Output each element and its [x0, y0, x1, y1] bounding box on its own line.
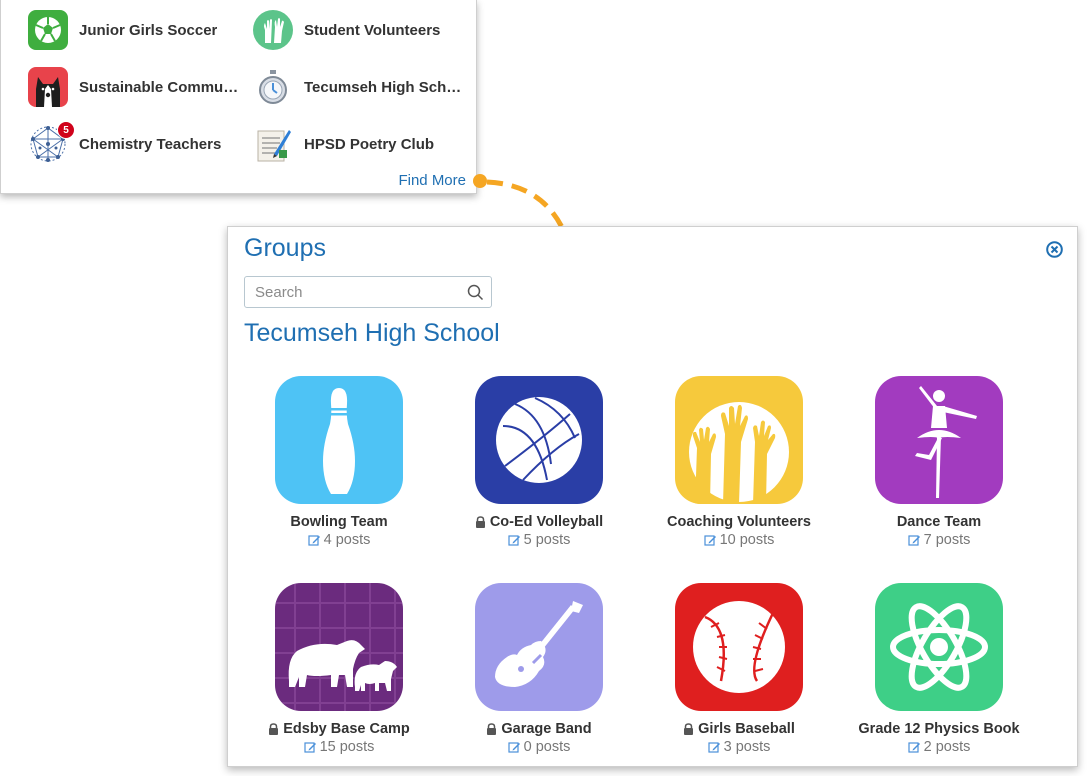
- guitar-icon: [475, 583, 603, 711]
- search-icon[interactable]: [467, 284, 484, 301]
- group-tile-girls-baseball[interactable]: Girls Baseball 3 posts: [639, 583, 839, 755]
- group-tile-edsby-base-camp[interactable]: Edsby Base Camp 15 posts: [239, 583, 439, 755]
- raised-hands-icon: [253, 10, 293, 50]
- soccer-ball-icon: [28, 10, 68, 50]
- edit-icon: [303, 741, 316, 753]
- poetry-scroll-icon: [253, 124, 293, 164]
- lock-icon: [487, 723, 497, 735]
- molecule-icon: 5: [28, 121, 75, 164]
- post-count-text: 0 posts: [523, 739, 571, 755]
- search-field: [244, 276, 492, 308]
- close-icon: [1046, 241, 1063, 258]
- dog-icon: [28, 67, 68, 107]
- group-tile-bowling-team[interactable]: Bowling Team 4 posts: [239, 376, 439, 548]
- group-tile-garage-band[interactable]: Garage Band 0 posts: [439, 583, 639, 755]
- edit-icon: [308, 534, 320, 546]
- group-tile-grade-12-physics-book[interactable]: Grade 12 Physics Book 2 posts: [839, 583, 1039, 755]
- group-name: Garage Band: [501, 721, 592, 737]
- close-button[interactable]: [1046, 241, 1063, 258]
- find-more-link[interactable]: Find More: [398, 172, 466, 189]
- group-post-count: 10 posts: [639, 532, 839, 548]
- edit-icon: [508, 741, 520, 753]
- edit-icon: [703, 534, 716, 546]
- group-tile-coaching-volunteers[interactable]: Coaching Volunteers 10 posts: [639, 376, 839, 548]
- recent-group-label: Tecumseh High School…: [304, 78, 468, 96]
- recent-group-label: Sustainable Communit…: [79, 78, 243, 96]
- post-count-text: 2 posts: [923, 739, 971, 755]
- recent-groups-card: Junior Girls Soccer Student Volunteers S…: [0, 0, 477, 194]
- group-post-count: 3 posts: [639, 739, 839, 755]
- group-tile-co-ed-volleyball[interactable]: Co-Ed Volleyball 5 posts: [439, 376, 639, 548]
- edit-icon: [708, 741, 720, 753]
- post-count-text: 7 posts: [923, 532, 971, 548]
- notification-badge: 5: [57, 121, 75, 139]
- recent-group-hpsd-poetry-club[interactable]: HPSD Poetry Club: [253, 123, 434, 165]
- lock-icon: [475, 516, 485, 528]
- edit-icon: [508, 534, 520, 546]
- post-count-text: 15 posts: [319, 739, 375, 755]
- group-post-count: 0 posts: [439, 739, 639, 755]
- post-count-text: 3 posts: [723, 739, 771, 755]
- school-heading: Tecumseh High School: [244, 319, 500, 347]
- groups-panel: Groups Tecumseh High School Bowling Team…: [227, 226, 1078, 767]
- recent-group-label: Chemistry Teachers: [79, 135, 222, 153]
- post-count-text: 10 posts: [719, 532, 775, 548]
- recent-group-student-volunteers[interactable]: Student Volunteers: [253, 9, 440, 51]
- panel-title: Groups: [244, 234, 326, 262]
- recent-group-junior-girls-soccer[interactable]: Junior Girls Soccer: [28, 9, 217, 51]
- atom-icon: [875, 583, 1003, 711]
- recent-group-label: HPSD Poetry Club: [304, 135, 435, 153]
- group-name: Coaching Volunteers: [667, 514, 811, 530]
- recent-group-label: Student Volunteers: [304, 21, 441, 39]
- recent-group-chemistry-teachers[interactable]: 5 Chemistry Teachers: [28, 121, 222, 165]
- group-post-count: 5 posts: [439, 532, 639, 548]
- search-input[interactable]: [253, 282, 457, 302]
- edit-icon: [908, 741, 920, 753]
- group-post-count: 15 posts: [239, 739, 439, 755]
- lock-icon: [684, 723, 694, 735]
- ballerina-icon: [875, 376, 1003, 504]
- group-post-count: 2 posts: [839, 739, 1039, 755]
- post-count-text: 5 posts: [523, 532, 571, 548]
- volleyball-icon: [475, 376, 603, 504]
- group-name: Co-Ed Volleyball: [489, 514, 604, 530]
- bears-icon: [275, 583, 403, 711]
- edit-icon: [908, 534, 920, 546]
- group-post-count: 4 posts: [239, 532, 439, 548]
- recent-group-tecumseh-high-school[interactable]: Tecumseh High School…: [253, 66, 468, 108]
- lock-icon: [269, 723, 279, 735]
- group-name: Grade 12 Physics Book: [858, 721, 1020, 737]
- bowling-pin-icon: [275, 376, 403, 504]
- baseball-icon: [675, 583, 803, 711]
- stopwatch-icon: [253, 67, 293, 107]
- group-name: Edsby Base Camp: [283, 721, 410, 737]
- recent-group-label: Junior Girls Soccer: [79, 21, 218, 39]
- raised-hands-icon: [675, 376, 803, 504]
- group-name: Dance Team: [896, 514, 982, 530]
- group-name: Girls Baseball: [698, 721, 795, 737]
- group-tile-dance-team[interactable]: Dance Team 7 posts: [839, 376, 1039, 548]
- post-count-text: 4 posts: [323, 532, 371, 548]
- group-post-count: 7 posts: [839, 532, 1039, 548]
- recent-group-sustainable-communities[interactable]: Sustainable Communit…: [28, 66, 243, 108]
- group-name: Bowling Team: [290, 514, 388, 530]
